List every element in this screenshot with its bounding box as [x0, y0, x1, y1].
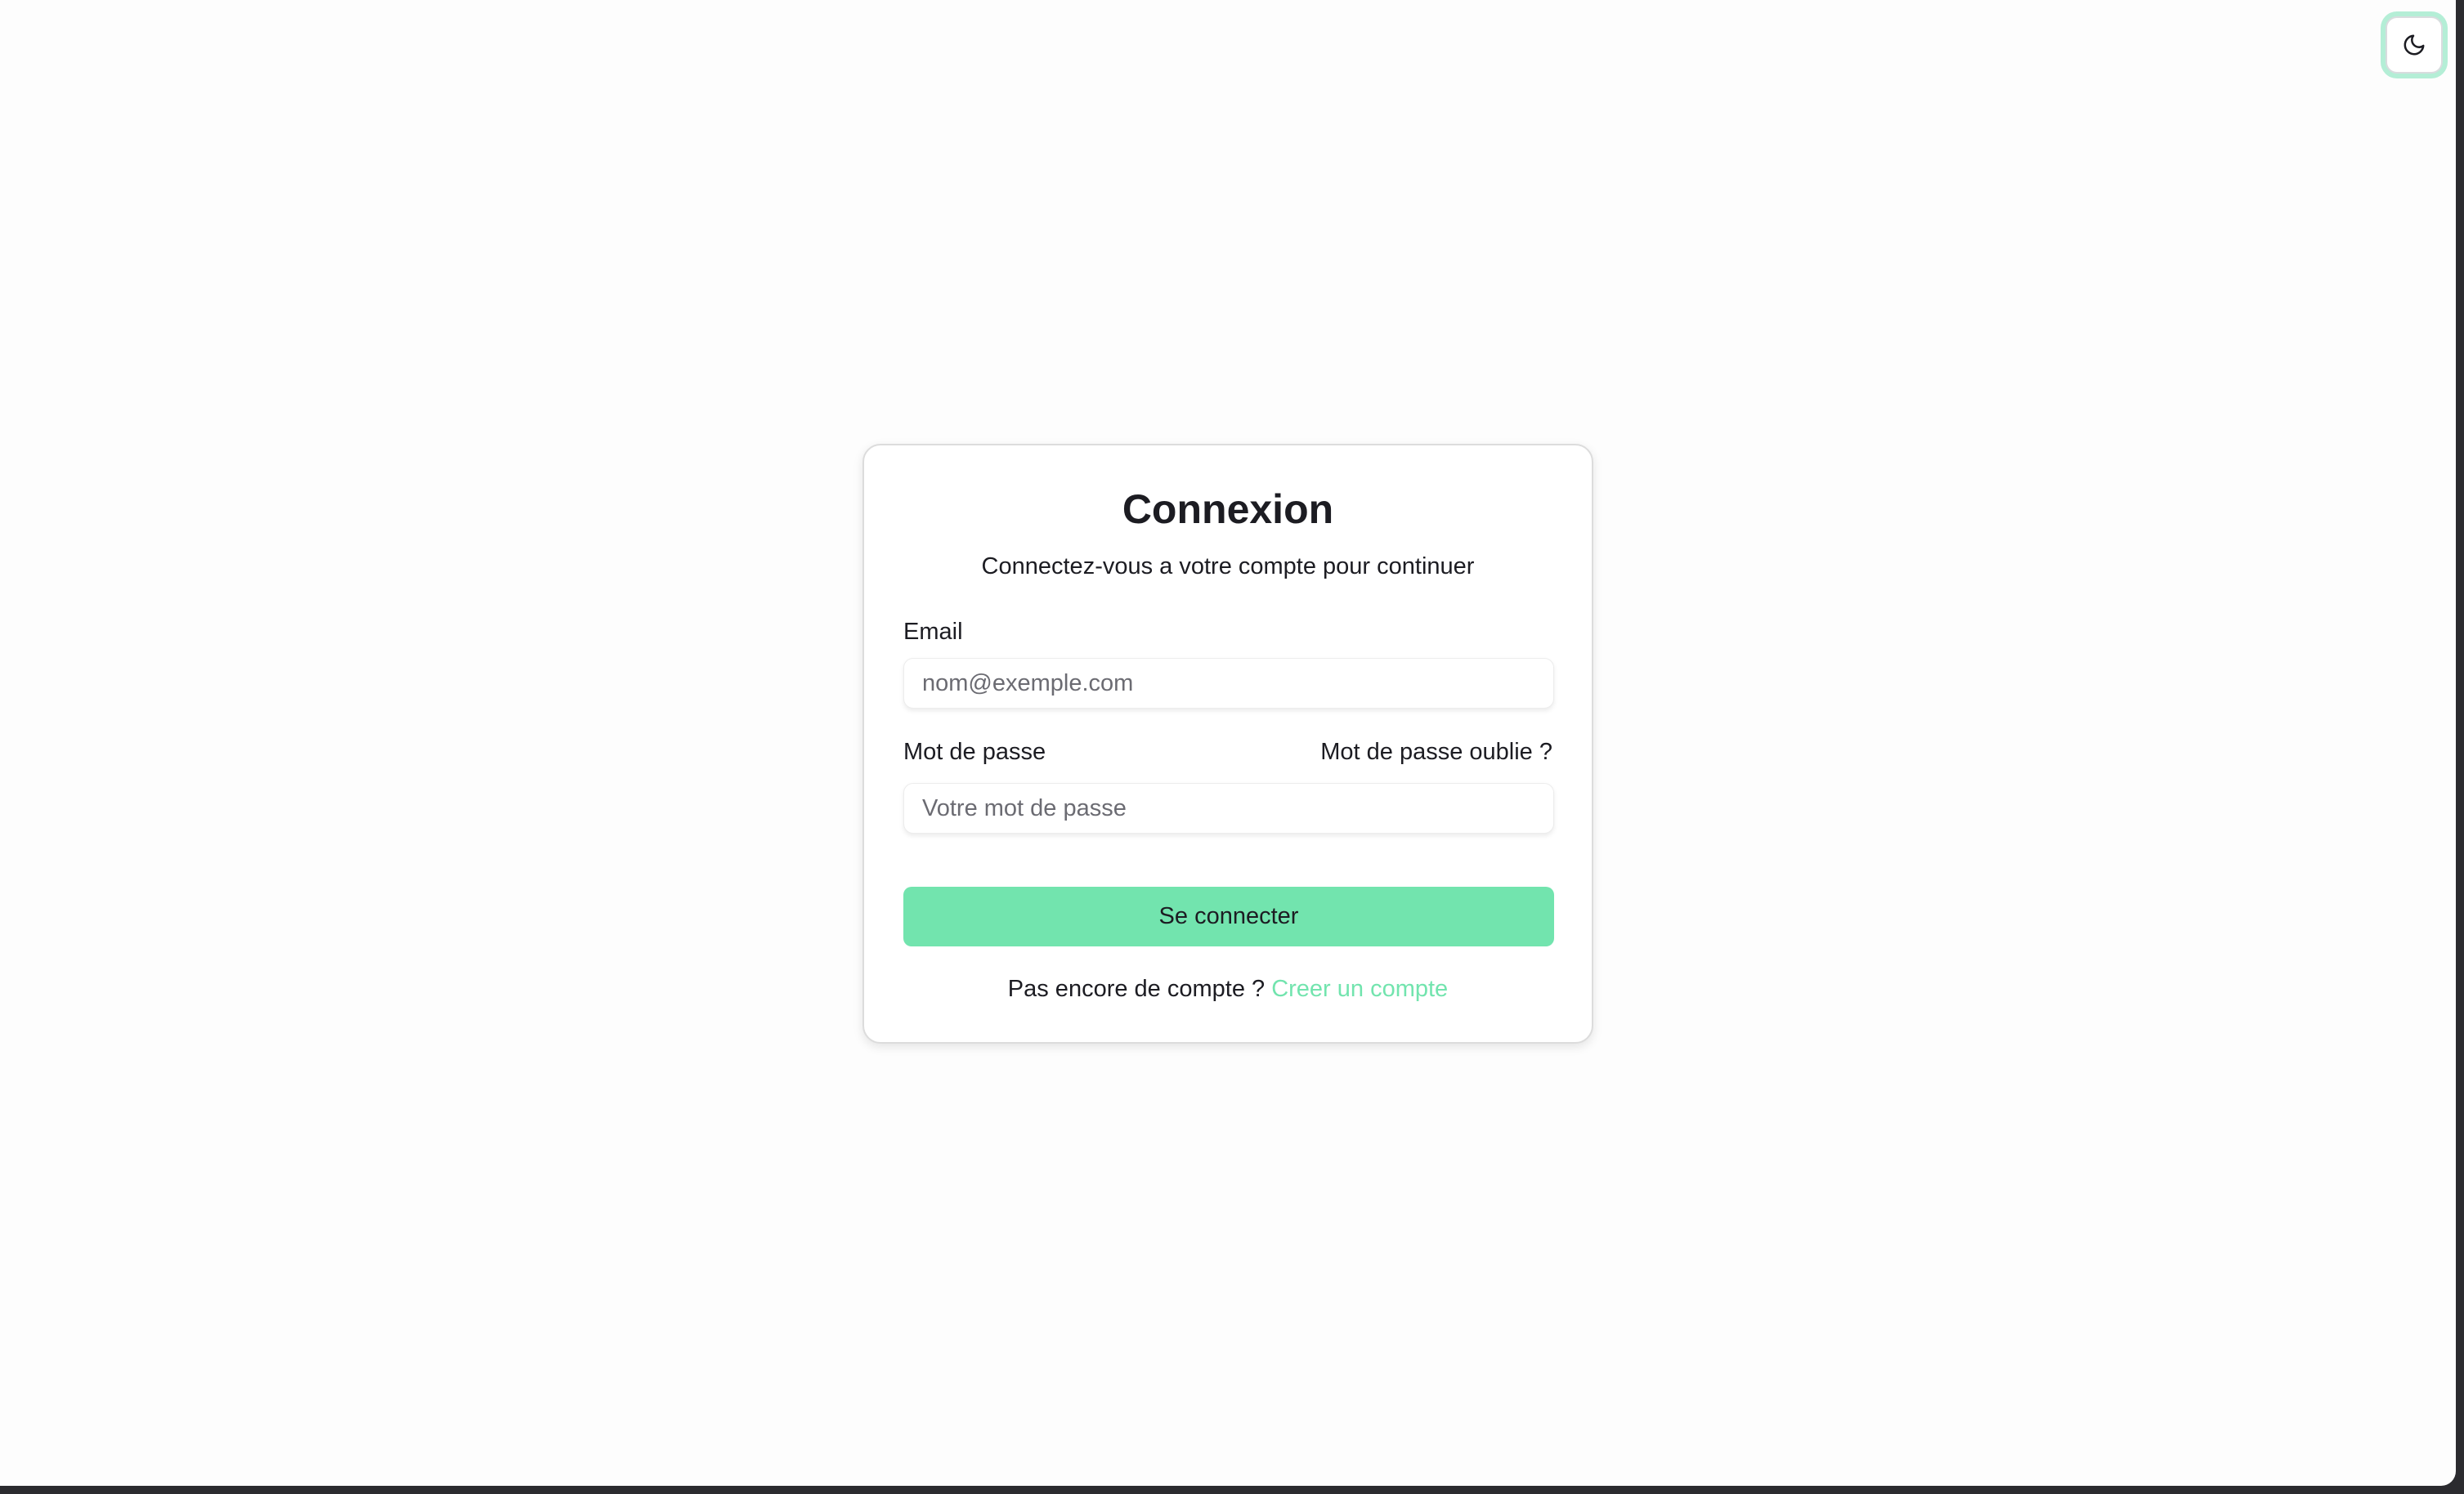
password-field[interactable]: [903, 783, 1554, 834]
email-label: Email: [903, 619, 963, 645]
theme-toggle-button[interactable]: [2386, 16, 2443, 74]
password-label: Mot de passe: [903, 739, 1046, 765]
moon-icon: [2404, 34, 2425, 56]
email-field[interactable]: [903, 658, 1554, 709]
page-subtitle: Connectez-vous a votre compte pour conti…: [981, 553, 1475, 579]
login-button[interactable]: Se connecter: [903, 887, 1554, 946]
signup-footer: Pas encore de compte ? Creer un compte: [864, 974, 1592, 1004]
forgot-password-link[interactable]: Mot de passe oublie ?: [1320, 737, 1552, 767]
page: Connexion Connectez-vous a votre compte …: [0, 0, 2456, 1486]
login-card: Connexion Connectez-vous a votre compte …: [862, 444, 1593, 1044]
signup-prompt: Pas encore de compte ?: [1007, 976, 1272, 1002]
page-title: Connexion: [1122, 486, 1334, 532]
create-account-link[interactable]: Creer un compte: [1271, 976, 1448, 1002]
